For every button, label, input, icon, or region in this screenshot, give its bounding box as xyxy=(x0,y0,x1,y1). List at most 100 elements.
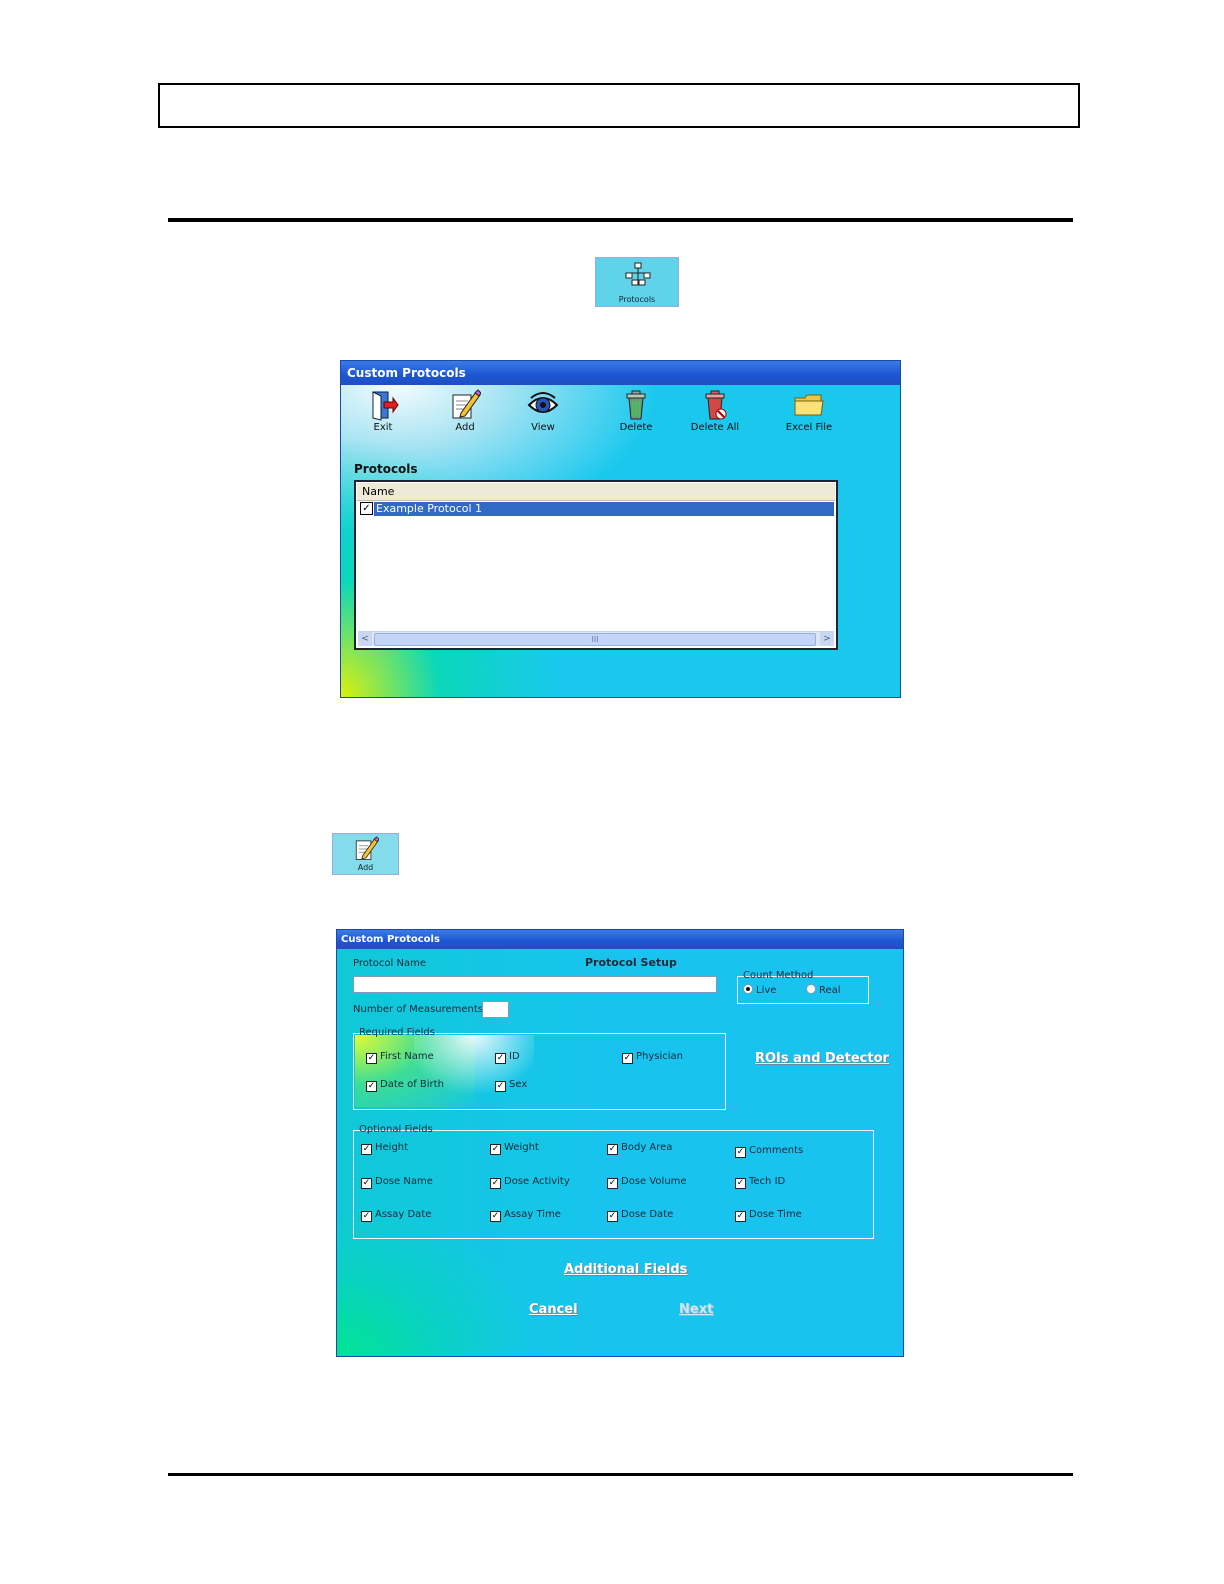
checkbox-box[interactable]: ✓ xyxy=(735,1178,746,1189)
window-client: Protocol Name Protocol Setup Number of M… xyxy=(337,949,903,1356)
checkbox-box[interactable]: ✓ xyxy=(607,1211,618,1222)
checkbox-tech-id[interactable]: ✓ Tech ID xyxy=(735,1176,785,1189)
trash-can-icon xyxy=(626,390,646,420)
bottom-rule xyxy=(168,1473,1073,1476)
add-button-label: Add xyxy=(357,863,374,872)
checkbox-comments[interactable]: ✓ Comments xyxy=(735,1145,803,1158)
checkbox-label: Dose Time xyxy=(749,1209,802,1220)
checkbox-label: Dose Name xyxy=(375,1176,433,1187)
checkbox-box[interactable]: ✓ xyxy=(366,1081,377,1092)
radio-live-label: Live xyxy=(756,985,777,996)
list-item[interactable]: ✓ Example Protocol 1 xyxy=(358,502,834,516)
additional-fields-button[interactable]: Additional Fields xyxy=(564,1262,687,1277)
delete-button[interactable]: Delete xyxy=(606,389,666,433)
protocol-setup-window: Custom Protocols Protocol Name Protocol … xyxy=(336,929,904,1357)
protocols-hierarchy-icon xyxy=(625,262,651,286)
checkbox-body-area[interactable]: ✓ Body Area xyxy=(607,1142,672,1155)
radio-live-dot[interactable] xyxy=(743,984,753,994)
checkbox-box[interactable]: ✓ xyxy=(490,1144,501,1155)
checkbox-box[interactable]: ✓ xyxy=(366,1053,377,1064)
optional-fields-group: Optional Fields ✓ Height ✓ Weight ✓ Body Ar… xyxy=(353,1124,874,1239)
checkbox-label: Physician xyxy=(636,1051,684,1062)
checkbox-sex[interactable]: ✓ Sex xyxy=(495,1079,527,1092)
checkbox-first-name[interactable]: ✓ First Name xyxy=(366,1051,434,1064)
checkbox-id[interactable]: ✓ ID xyxy=(495,1051,520,1064)
add-button[interactable]: Add xyxy=(435,389,495,433)
pencil-notepad-icon xyxy=(452,389,481,419)
number-of-measurements-input[interactable] xyxy=(482,1001,509,1018)
checkbox-assay-date[interactable]: ✓ Assay Date xyxy=(361,1209,431,1222)
row-name: Example Protocol 1 xyxy=(374,502,834,516)
radio-live[interactable]: Live xyxy=(743,984,776,996)
scroll-left-button[interactable]: < xyxy=(358,632,372,646)
checkbox-label: Assay Time xyxy=(504,1209,561,1220)
exit-door-icon xyxy=(372,391,399,421)
count-method-group: Count Method Live Real xyxy=(737,970,869,1004)
delete-all-button[interactable]: Delete All xyxy=(685,389,745,433)
checkbox-box[interactable]: ✓ xyxy=(361,1144,372,1155)
number-of-measurements-label: Number of Measurements xyxy=(353,1004,484,1015)
protocols-button-label: Protocols xyxy=(618,295,656,304)
checkbox-box[interactable]: ✓ xyxy=(735,1211,746,1222)
excel-file-button[interactable]: Excel File xyxy=(779,389,839,433)
rois-and-detector-button[interactable]: ROIs and Detector xyxy=(755,1051,889,1066)
protocol-name-input[interactable] xyxy=(353,976,717,993)
checkbox-dose-volume[interactable]: ✓ Dose Volume xyxy=(607,1176,687,1189)
scroll-thumb[interactable]: III xyxy=(374,633,816,646)
checkbox-box[interactable]: ✓ xyxy=(607,1178,618,1189)
checkbox-label: ID xyxy=(509,1051,520,1062)
protocols-button[interactable]: Protocols xyxy=(595,257,679,307)
checkbox-date-of-birth[interactable]: ✓ Date of Birth xyxy=(366,1079,444,1092)
checkbox-box[interactable]: ✓ xyxy=(495,1053,506,1064)
checkbox-dose-name[interactable]: ✓ Dose Name xyxy=(361,1176,433,1189)
required-fields-group: Required Fields ✓ First Name ✓ ID ✓ Physici… xyxy=(353,1027,726,1110)
checkbox-dose-date[interactable]: ✓ Dose Date xyxy=(607,1209,673,1222)
delete-all-label: Delete All xyxy=(690,422,740,433)
checkbox-height[interactable]: ✓ Height xyxy=(361,1142,408,1155)
checkbox-box[interactable]: ✓ xyxy=(607,1144,618,1155)
add-button-illustration[interactable]: Add xyxy=(332,833,399,875)
protocol-name-label: Protocol Name xyxy=(353,958,426,969)
checkbox-assay-time[interactable]: ✓ Assay Time xyxy=(490,1209,561,1222)
exit-button[interactable]: Exit xyxy=(353,389,413,433)
custom-protocols-window: Custom Protocols Exit Add View Delete De… xyxy=(340,360,901,698)
row-checkbox[interactable]: ✓ xyxy=(360,502,373,515)
cancel-button[interactable]: Cancel xyxy=(529,1302,578,1317)
protocols-list[interactable]: Name ✓ Example Protocol 1 < III > xyxy=(354,480,838,650)
checkbox-label: First Name xyxy=(380,1051,434,1062)
checkbox-label: Dose Activity xyxy=(504,1176,570,1187)
radio-real-label: Real xyxy=(819,985,841,996)
list-column-header-name[interactable]: Name xyxy=(357,483,835,501)
protocols-section-label: Protocols xyxy=(354,462,418,476)
excel-file-label: Excel File xyxy=(785,422,833,433)
checkbox-box[interactable]: ✓ xyxy=(361,1178,372,1189)
checkbox-label: Comments xyxy=(749,1145,804,1156)
window-title: Custom Protocols xyxy=(341,361,900,385)
top-rule xyxy=(168,218,1073,222)
scroll-right-button[interactable]: > xyxy=(820,632,834,646)
window-client: Exit Add View Delete Delete All Excel Fi… xyxy=(341,385,900,697)
checkbox-label: Dose Date xyxy=(621,1209,674,1220)
window-title: Custom Protocols xyxy=(337,930,903,949)
checkbox-label: Weight xyxy=(504,1142,539,1153)
checkbox-dose-activity[interactable]: ✓ Dose Activity xyxy=(490,1176,570,1189)
horizontal-scrollbar[interactable]: < III > xyxy=(358,631,834,646)
checkbox-box[interactable]: ✓ xyxy=(490,1178,501,1189)
next-button[interactable]: Next xyxy=(679,1302,713,1317)
checkbox-box[interactable]: ✓ xyxy=(495,1081,506,1092)
view-button[interactable]: View xyxy=(513,389,573,433)
pencil-notepad-icon xyxy=(355,836,379,860)
checkbox-dose-time[interactable]: ✓ Dose Time xyxy=(735,1209,802,1222)
radio-real[interactable]: Real xyxy=(806,984,841,996)
checkbox-physician[interactable]: ✓ Physician xyxy=(622,1051,683,1064)
checkbox-box[interactable]: ✓ xyxy=(490,1211,501,1222)
checkbox-box[interactable]: ✓ xyxy=(735,1147,746,1158)
count-method-title: Count Method xyxy=(743,970,814,981)
checkbox-weight[interactable]: ✓ Weight xyxy=(490,1142,539,1155)
checkbox-box[interactable]: ✓ xyxy=(361,1211,372,1222)
checkbox-box[interactable]: ✓ xyxy=(622,1053,633,1064)
exit-label: Exit xyxy=(373,422,393,433)
delete-label: Delete xyxy=(619,422,653,433)
eye-icon xyxy=(527,392,559,413)
radio-real-dot[interactable] xyxy=(806,984,816,994)
